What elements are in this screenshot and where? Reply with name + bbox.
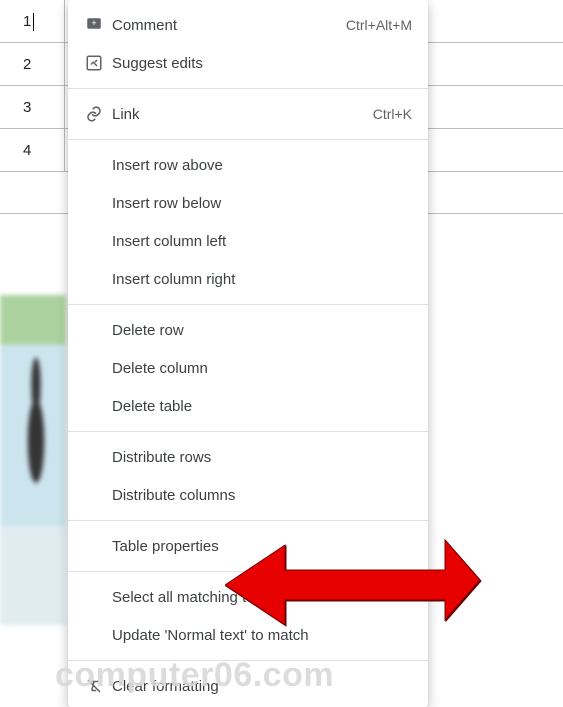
menu-separator: [68, 571, 428, 572]
menu-label: Delete table: [80, 398, 412, 415]
background-image-penguin: [0, 295, 66, 625]
menu-item-distribute-rows[interactable]: Distribute rows: [68, 438, 428, 476]
menu-label: Update 'Normal text' to match: [80, 627, 412, 644]
menu-label: Delete row: [80, 322, 412, 339]
menu-shortcut: Ctrl+K: [373, 106, 412, 122]
menu-separator: [68, 431, 428, 432]
menu-label: Link: [108, 106, 373, 123]
menu-item-select-all-matching-text[interactable]: Select all matching text: [68, 578, 428, 616]
context-menu: + Comment Ctrl+Alt+M Suggest edits Link …: [68, 0, 428, 707]
suggest-edits-icon: [80, 54, 108, 72]
menu-item-comment[interactable]: + Comment Ctrl+Alt+M: [68, 6, 428, 44]
menu-label: Table properties: [80, 538, 412, 555]
menu-separator: [68, 139, 428, 140]
menu-item-delete-row[interactable]: Delete row: [68, 311, 428, 349]
menu-item-table-properties[interactable]: Table properties: [68, 527, 428, 565]
menu-label: Insert row below: [80, 195, 412, 212]
menu-item-distribute-columns[interactable]: Distribute columns: [68, 476, 428, 514]
link-icon: [80, 105, 108, 123]
cell-value: 2: [23, 56, 31, 73]
cell-value: 3: [23, 99, 31, 116]
menu-label: Select all matching text: [80, 589, 412, 606]
svg-text:+: +: [91, 18, 96, 28]
table-cell-3[interactable]: 3: [15, 86, 65, 129]
table-cell-4[interactable]: 4: [15, 129, 65, 172]
menu-item-insert-row-above[interactable]: Insert row above: [68, 146, 428, 184]
menu-item-link[interactable]: Link Ctrl+K: [68, 95, 428, 133]
menu-item-delete-table[interactable]: Delete table: [68, 387, 428, 425]
menu-shortcut: Ctrl+Alt+M: [346, 17, 412, 33]
menu-item-insert-column-right[interactable]: Insert column right: [68, 260, 428, 298]
cell-value: 1: [23, 13, 31, 30]
menu-separator: [68, 520, 428, 521]
menu-label: Insert column right: [80, 271, 412, 288]
table-cell-2[interactable]: 2: [15, 43, 65, 86]
table-cell-1[interactable]: 1: [15, 0, 65, 43]
menu-label: Distribute columns: [80, 487, 412, 504]
cell-value: 4: [23, 142, 31, 159]
watermark-text: computer06.com: [55, 656, 334, 695]
menu-item-delete-column[interactable]: Delete column: [68, 349, 428, 387]
menu-item-suggest-edits[interactable]: Suggest edits: [68, 44, 428, 82]
menu-label: Insert column left: [80, 233, 412, 250]
menu-label: Suggest edits: [108, 55, 412, 72]
menu-label: Distribute rows: [80, 449, 412, 466]
menu-label: Insert row above: [80, 157, 412, 174]
comment-icon: +: [80, 16, 108, 34]
menu-item-insert-row-below[interactable]: Insert row below: [68, 184, 428, 222]
menu-label: Delete column: [80, 360, 412, 377]
menu-item-insert-column-left[interactable]: Insert column left: [68, 222, 428, 260]
menu-label: Comment: [108, 17, 346, 34]
menu-separator: [68, 88, 428, 89]
menu-separator: [68, 304, 428, 305]
text-cursor: [33, 13, 34, 31]
menu-item-update-normal-text-to-match[interactable]: Update 'Normal text' to match: [68, 616, 428, 654]
